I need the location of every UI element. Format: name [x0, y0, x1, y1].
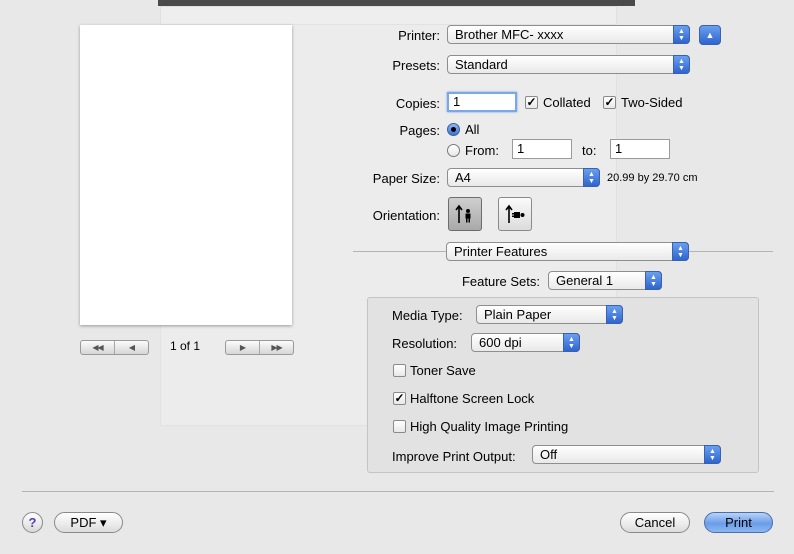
prev-page-icon[interactable]: ◀: [114, 341, 148, 354]
toner-save-label: Toner Save: [410, 363, 476, 378]
popup-arrows-icon: ▲ ▼: [645, 271, 662, 290]
popup-arrows-icon: ▲ ▼: [672, 242, 689, 261]
presets-value: Standard: [455, 57, 508, 72]
collated-checkbox[interactable]: ✓: [525, 96, 538, 109]
feature-sets-label: Feature Sets:: [461, 274, 540, 289]
copies-label: Copies:: [395, 96, 440, 111]
section-popup-value: Printer Features: [454, 244, 548, 259]
preview-forward-buttons[interactable]: ▶ ▶▶: [225, 340, 294, 355]
pages-from-radio[interactable]: [447, 144, 460, 157]
print-button[interactable]: Print: [704, 512, 773, 533]
last-page-icon[interactable]: ▶▶: [259, 341, 293, 354]
popup-arrows-icon: ▲ ▼: [583, 168, 600, 187]
feature-sets-popup[interactable]: General 1 ▲ ▼: [548, 271, 662, 290]
printer-value: Brother MFC- xxxx: [455, 27, 564, 42]
pages-to-label: to:: [582, 143, 597, 158]
popup-arrows-icon: ▲ ▼: [673, 25, 690, 44]
resolution-popup[interactable]: 600 dpi ▲ ▼: [471, 333, 580, 352]
pages-all-radio[interactable]: [447, 123, 460, 136]
chevron-up-icon[interactable]: ▲: [699, 25, 721, 45]
paper-size-popup[interactable]: A4 ▲ ▼: [447, 168, 600, 187]
presets-label: Presets:: [392, 58, 440, 73]
orientation-label: Orientation:: [372, 208, 440, 223]
copies-field[interactable]: 1: [447, 92, 517, 112]
pages-from-field[interactable]: 1: [512, 139, 572, 159]
media-type-popup[interactable]: Plain Paper ▲ ▼: [476, 305, 623, 324]
help-icon[interactable]: ?: [22, 512, 43, 533]
high-quality-checkbox[interactable]: [393, 420, 406, 433]
cancel-button[interactable]: Cancel: [620, 512, 690, 533]
two-sided-checkbox[interactable]: ✓: [603, 96, 616, 109]
pages-label: Pages:: [399, 123, 440, 138]
halftone-lock-checkbox[interactable]: ✓: [393, 392, 406, 405]
popup-arrows-icon: ▲ ▼: [563, 333, 580, 352]
media-type-value: Plain Paper: [484, 307, 552, 322]
paper-size-value: A4: [455, 170, 471, 185]
two-sided-label: Two-Sided: [621, 95, 683, 110]
halftone-lock-label: Halftone Screen Lock: [410, 391, 535, 406]
pdf-button[interactable]: PDF ▾: [54, 512, 123, 533]
high-quality-label: High Quality Image Printing: [410, 419, 569, 434]
section-popup[interactable]: Printer Features ▲ ▼: [446, 242, 689, 261]
printer-label: Printer:: [398, 28, 440, 43]
page-indicator: 1 of 1: [170, 339, 201, 353]
popup-arrows-icon: ▲ ▼: [673, 55, 690, 74]
improve-output-label: Improve Print Output:: [392, 449, 516, 464]
pages-from-label: From:: [465, 143, 499, 158]
resolution-value: 600 dpi: [479, 335, 522, 350]
portrait-icon[interactable]: [448, 197, 482, 231]
popup-arrows-icon: ▲ ▼: [704, 445, 721, 464]
toner-save-checkbox[interactable]: [393, 364, 406, 377]
paper-dimensions: 20.99 by 29.70 cm: [607, 172, 698, 184]
resolution-label: Resolution:: [392, 336, 458, 351]
printer-popup[interactable]: Brother MFC- xxxx ▲ ▼: [447, 25, 690, 44]
first-page-icon[interactable]: ◀◀: [81, 341, 114, 354]
improve-output-value: Off: [540, 447, 558, 462]
landscape-icon[interactable]: [498, 197, 532, 231]
pages-all-label: All: [465, 122, 480, 137]
media-type-label: Media Type:: [392, 308, 463, 323]
footer-divider: [22, 491, 774, 492]
paper-size-label: Paper Size:: [372, 171, 440, 186]
pages-to-field[interactable]: 1: [610, 139, 670, 159]
popup-arrows-icon: ▲ ▼: [606, 305, 623, 324]
feature-sets-value: General 1: [556, 273, 614, 288]
background-toolbar: [160, 6, 617, 26]
preview-back-buttons[interactable]: ◀◀ ◀: [80, 340, 149, 355]
next-page-icon[interactable]: ▶: [226, 341, 259, 354]
presets-popup[interactable]: Standard ▲ ▼: [447, 55, 690, 74]
collated-label: Collated: [543, 95, 591, 110]
print-preview-page: [80, 25, 292, 325]
improve-output-popup[interactable]: Off ▲ ▼: [532, 445, 721, 464]
